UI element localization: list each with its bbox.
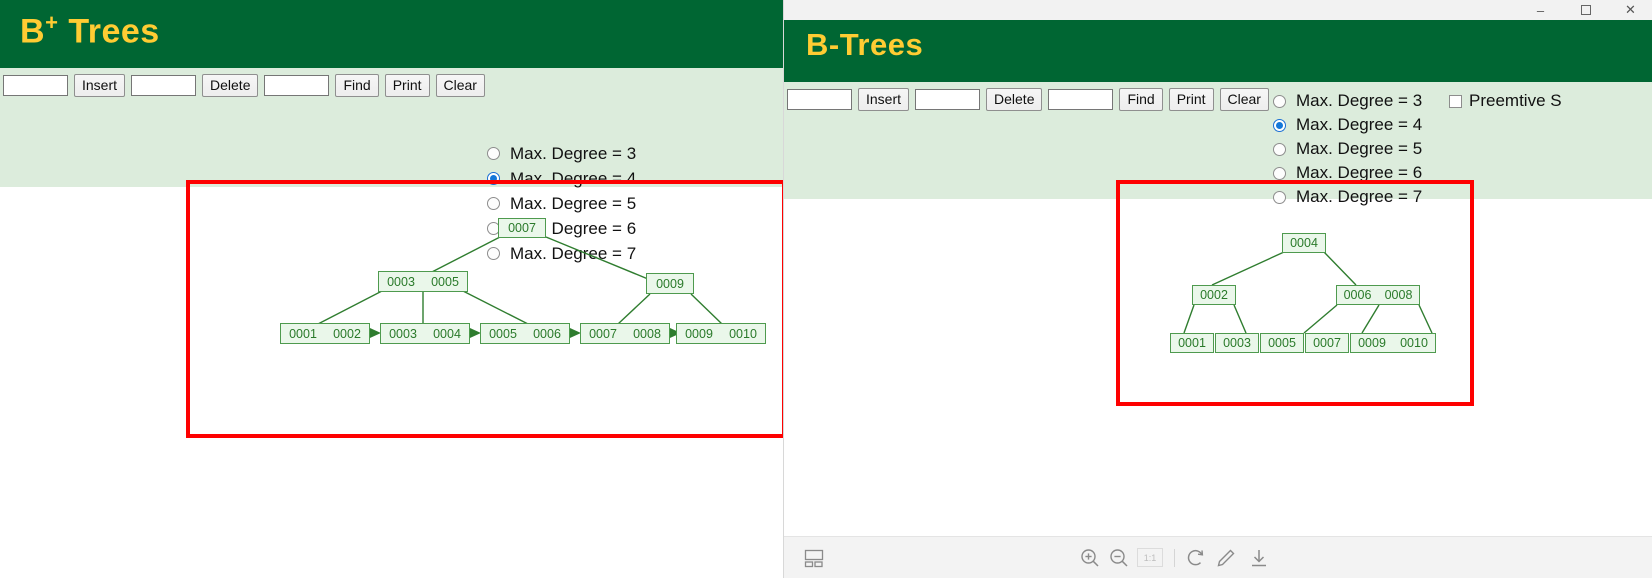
- page-title-text: B-Trees: [806, 27, 924, 62]
- node-key: 0004: [1290, 236, 1318, 250]
- rotate-glyph: [1187, 549, 1204, 566]
- delete-input[interactable]: [131, 75, 197, 96]
- radio-button-icon-selected[interactable]: [1273, 118, 1286, 132]
- b-plus-leaf-node[interactable]: 0005 0006: [480, 323, 570, 344]
- b-plus-internal-node[interactable]: 0003 0005: [378, 271, 468, 292]
- node-key: 0006: [533, 326, 561, 341]
- find-input[interactable]: [1048, 89, 1114, 110]
- b-plus-leaf-node[interactable]: 0009 0010: [676, 323, 766, 344]
- insert-input[interactable]: [787, 89, 852, 110]
- b-plus-internal-node[interactable]: 0009: [646, 273, 694, 294]
- node-key: 0002: [1200, 288, 1228, 302]
- clear-button[interactable]: Clear: [435, 74, 485, 97]
- page-title-suffix: Trees: [58, 12, 160, 51]
- b-trees-page: B-Trees Insert Delete Find Print Clear M…: [784, 20, 1652, 578]
- preemptive-split-merge-checkbox-row[interactable]: Preemtive S: [1449, 91, 1562, 111]
- download-glyph: [1252, 550, 1266, 567]
- zoom-in-icon[interactable]: [1079, 547, 1101, 569]
- left-button-row: Insert Delete Find Print Clear: [0, 68, 783, 97]
- node-key: 0003: [389, 326, 417, 341]
- checkbox-icon[interactable]: [1449, 94, 1462, 108]
- b-tree-internal-node[interactable]: 0006 0008: [1336, 285, 1420, 305]
- node-key: 0003: [387, 274, 415, 289]
- radio-option-degree-4[interactable]: Max. Degree = 4: [1273, 113, 1422, 137]
- b-trees-window: – ✕ B-Trees Insert Delete Find Print Cle…: [783, 0, 1652, 578]
- b-tree-diagram: 0004 0002 0006 0008 0001 0003 0005 0007 …: [784, 137, 1652, 537]
- node-key: 0005: [489, 326, 517, 341]
- b-plus-leaf-node[interactable]: 0001 0002: [280, 323, 370, 344]
- thumbnail-icon[interactable]: [803, 547, 825, 569]
- minimize-icon[interactable]: –: [1518, 0, 1563, 20]
- zoom-out-icon[interactable]: [1108, 547, 1130, 569]
- delete-button[interactable]: Delete: [986, 88, 1043, 111]
- node-key: 0008: [1384, 288, 1413, 302]
- node-key: 0009: [685, 326, 713, 341]
- window-titlebar[interactable]: – ✕: [784, 0, 1652, 20]
- node-key: 0003: [1223, 336, 1251, 350]
- node-key: 0001: [289, 326, 317, 341]
- node-key: 0009: [1358, 336, 1386, 350]
- print-button[interactable]: Print: [384, 74, 430, 97]
- b-plus-root-node[interactable]: 0007: [498, 218, 546, 238]
- node-key: 0006: [1343, 288, 1372, 302]
- node-key: 0005: [1268, 336, 1296, 350]
- toolbar-divider: [1174, 549, 1175, 567]
- node-key: 0007: [1313, 336, 1341, 350]
- b-plus-tree-diagram: 0007 0003 0005 0009 0001 0002 0003 0004 …: [0, 119, 783, 578]
- rotate-icon[interactable]: [1185, 547, 1207, 569]
- node-key: 0005: [431, 274, 459, 289]
- node-key: 0004: [433, 326, 461, 341]
- print-button[interactable]: Print: [1168, 88, 1214, 111]
- node-key: 0008: [633, 326, 661, 341]
- node-key: 0010: [1400, 336, 1428, 350]
- actual-size-button[interactable]: 1:1: [1137, 548, 1163, 567]
- b-tree-leaf-node[interactable]: 0005: [1260, 333, 1304, 353]
- zoom-out-glyph: [1110, 549, 1128, 567]
- find-input[interactable]: [264, 75, 330, 96]
- b-tree-root-node[interactable]: 0004: [1282, 233, 1326, 253]
- b-plus-leaf-node[interactable]: 0007 0008: [580, 323, 670, 344]
- page-title-superscript: +: [45, 10, 59, 35]
- b-tree-leaf-node[interactable]: 0001: [1170, 333, 1214, 353]
- page-title: B+ Trees: [0, 0, 783, 68]
- b-plus-leaf-node[interactable]: 0003 0004: [380, 323, 470, 344]
- node-key: 0007: [589, 326, 617, 341]
- find-button[interactable]: Find: [1119, 88, 1163, 111]
- page-title-text: B: [20, 12, 46, 51]
- radio-label: Max. Degree = 3: [1296, 91, 1423, 110]
- insert-button[interactable]: Insert: [858, 88, 910, 111]
- clear-button[interactable]: Clear: [1219, 88, 1269, 111]
- maximize-square-icon: [1580, 5, 1591, 15]
- b-tree-leaf-node[interactable]: 0009 0010: [1350, 333, 1436, 353]
- node-key: 0009: [656, 276, 684, 291]
- radio-option-degree-3[interactable]: Max. Degree = 3: [1273, 89, 1422, 113]
- b-tree-leaf-node[interactable]: 0003: [1215, 333, 1259, 353]
- node-key: 0010: [729, 326, 757, 341]
- maximize-icon[interactable]: [1563, 0, 1608, 20]
- pencil-glyph: [1217, 549, 1235, 567]
- screenshot-root: B+ Trees Insert Delete Find Print Clear …: [0, 0, 1652, 578]
- b-tree-leaf-node[interactable]: 0007: [1305, 333, 1349, 353]
- radio-button-icon[interactable]: [1273, 94, 1286, 108]
- b-plus-trees-page: B+ Trees Insert Delete Find Print Clear …: [0, 0, 783, 578]
- thumbnail-glyph: [804, 549, 824, 568]
- b-tree-internal-node[interactable]: 0002: [1192, 285, 1236, 305]
- page-title: B-Trees: [784, 20, 1652, 82]
- node-key: 0001: [1178, 336, 1206, 350]
- preemptive-split-merge-label: Preemtive S: [1469, 91, 1562, 110]
- delete-input[interactable]: [915, 89, 981, 110]
- download-icon[interactable]: [1248, 547, 1270, 569]
- insert-input[interactable]: [3, 75, 68, 96]
- zoom-in-glyph: [1081, 549, 1099, 567]
- pencil-icon[interactable]: [1215, 547, 1237, 569]
- find-button[interactable]: Find: [335, 74, 379, 97]
- delete-button[interactable]: Delete: [202, 74, 259, 97]
- node-key: 0002: [333, 326, 361, 341]
- insert-button[interactable]: Insert: [74, 74, 126, 97]
- node-key: 0007: [508, 221, 536, 235]
- image-viewer-toolbar: 1:1: [784, 536, 1652, 578]
- close-icon[interactable]: ✕: [1608, 0, 1652, 20]
- radio-label: Max. Degree = 4: [1296, 115, 1423, 134]
